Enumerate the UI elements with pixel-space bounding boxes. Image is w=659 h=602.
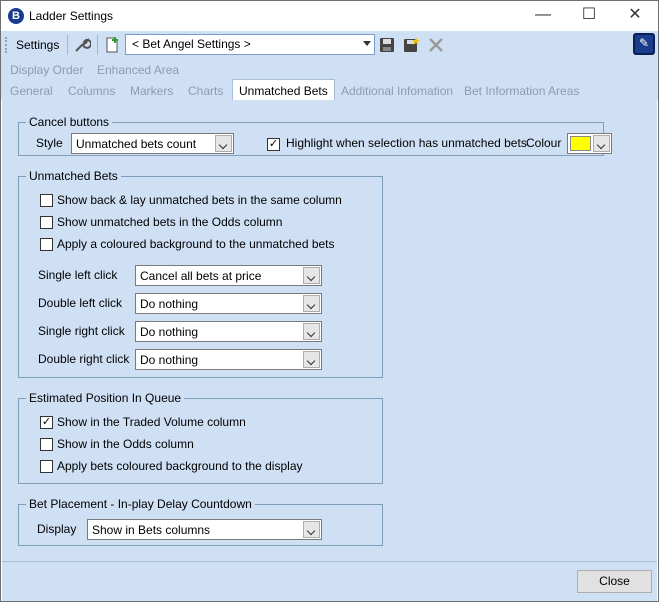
queue-position-group: Estimated Position In Queue ✓ Show in th… <box>18 391 383 484</box>
single-right-click-label: Single right click <box>38 324 125 338</box>
colour-label: Colour <box>526 136 562 150</box>
settings-menu[interactable]: Settings <box>16 38 59 52</box>
highlight-checkbox[interactable]: ✓ <box>267 138 280 151</box>
single-left-click-select[interactable]: Cancel all bets at price <box>135 265 322 286</box>
app-logo-icon: B <box>8 8 24 24</box>
tab-markers[interactable]: Markers <box>130 84 173 98</box>
settings-profile-value: < Bet Angel Settings > <box>132 37 251 51</box>
chevron-down-icon <box>303 267 320 284</box>
display-select[interactable]: Show in Bets columns <box>87 519 322 540</box>
double-right-click-value: Do nothing <box>140 353 199 367</box>
double-left-click-label: Double left click <box>38 296 123 310</box>
same-column-checkbox[interactable] <box>40 194 53 207</box>
toolbar-grip[interactable] <box>5 37 8 53</box>
tab-enhanced-area[interactable]: Enhanced Area <box>97 63 179 77</box>
group-title: Estimated Position In Queue <box>26 391 185 405</box>
group-title: Bet Placement - In-play Delay Countdown <box>26 497 255 511</box>
odds-column-checkbox[interactable] <box>40 216 53 229</box>
double-right-click-label: Double right click <box>38 352 130 366</box>
chevron-down-icon <box>303 351 320 368</box>
style-select[interactable]: Unmatched bets count <box>71 133 234 154</box>
double-left-click-select[interactable]: Do nothing <box>135 293 322 314</box>
double-left-click-value: Do nothing <box>140 297 199 311</box>
coloured-background-checkbox[interactable] <box>40 238 53 251</box>
group-title: Cancel buttons <box>26 115 113 129</box>
style-select-value: Unmatched bets count <box>76 137 197 151</box>
chevron-down-icon <box>303 521 320 538</box>
colour-picker[interactable] <box>567 133 612 154</box>
queue-odds-column-label: Show in the Odds column <box>57 437 194 451</box>
tab-general[interactable]: General <box>10 84 53 98</box>
minimize-button[interactable]: — <box>520 1 566 31</box>
title-bar: B Ladder Settings — ☐ ✕ <box>1 1 658 31</box>
maximize-button[interactable]: ☐ <box>566 1 612 31</box>
odds-column-label: Show unmatched bets in the Odds column <box>57 215 283 229</box>
close-button[interactable]: Close <box>577 570 652 593</box>
queue-background-checkbox[interactable] <box>40 460 53 473</box>
chevron-down-icon <box>593 135 610 152</box>
cancel-buttons-group: Cancel buttons Style Unmatched bets coun… <box>18 115 612 156</box>
colour-swatch <box>570 136 591 151</box>
toolbar-divider <box>67 35 68 55</box>
unmatched-bets-group: Unmatched Bets Show back & lay unmatched… <box>18 169 383 378</box>
wrench-icon[interactable] <box>73 36 91 54</box>
traded-volume-checkbox[interactable]: ✓ <box>40 416 53 429</box>
coloured-background-label: Apply a coloured background to the unmat… <box>57 237 335 251</box>
tab-bet-information-areas[interactable]: Bet Information Areas <box>464 84 579 98</box>
single-right-click-value: Do nothing <box>140 325 199 339</box>
close-window-button[interactable]: ✕ <box>612 1 658 31</box>
pin-icon[interactable]: ✎ <box>633 33 655 55</box>
same-column-label: Show back & lay unmatched bets in the sa… <box>57 193 342 207</box>
tab-additional-information[interactable]: Additional Infomation <box>341 84 453 98</box>
bet-placement-group: Bet Placement - In-play Delay Countdown … <box>18 497 383 546</box>
style-label: Style <box>36 136 63 150</box>
save-icon[interactable] <box>378 36 396 54</box>
toolbar: Settings < Bet Angel Settings > ✎ <box>1 31 658 59</box>
display-label: Display <box>37 522 77 536</box>
single-left-click-label: Single left click <box>38 268 118 282</box>
queue-odds-column-checkbox[interactable] <box>40 438 53 451</box>
window-title: Ladder Settings <box>29 9 114 23</box>
ladder-settings-window: B Ladder Settings — ☐ ✕ Settings < Bet A… <box>0 0 659 602</box>
save-as-icon[interactable] <box>402 36 420 54</box>
delete-icon[interactable] <box>427 36 445 54</box>
queue-background-label: Apply bets coloured background to the di… <box>57 459 303 473</box>
tab-display-order[interactable]: Display Order <box>10 63 83 77</box>
single-right-click-select[interactable]: Do nothing <box>135 321 322 342</box>
highlight-label: Highlight when selection has unmatched b… <box>286 136 527 150</box>
settings-profile-combo[interactable]: < Bet Angel Settings > <box>125 34 375 55</box>
tab-charts[interactable]: Charts <box>188 84 223 98</box>
unmatched-bets-panel: Cancel buttons Style Unmatched bets coun… <box>2 100 657 561</box>
traded-volume-label: Show in the Traded Volume column <box>57 415 246 429</box>
tab-columns[interactable]: Columns <box>68 84 115 98</box>
toolbar-divider <box>97 35 98 55</box>
group-title: Unmatched Bets <box>26 169 121 183</box>
chevron-down-icon <box>303 323 320 340</box>
chevron-down-icon <box>303 295 320 312</box>
tab-strip: Display Order Enhanced Area General Colu… <box>1 59 658 104</box>
double-right-click-select[interactable]: Do nothing <box>135 349 322 370</box>
single-left-click-value: Cancel all bets at price <box>140 269 262 283</box>
dialog-footer: Close <box>2 561 657 601</box>
display-select-value: Show in Bets columns <box>92 523 211 537</box>
new-document-icon[interactable] <box>103 36 121 54</box>
chevron-down-icon <box>363 41 371 46</box>
chevron-down-icon <box>215 135 232 152</box>
